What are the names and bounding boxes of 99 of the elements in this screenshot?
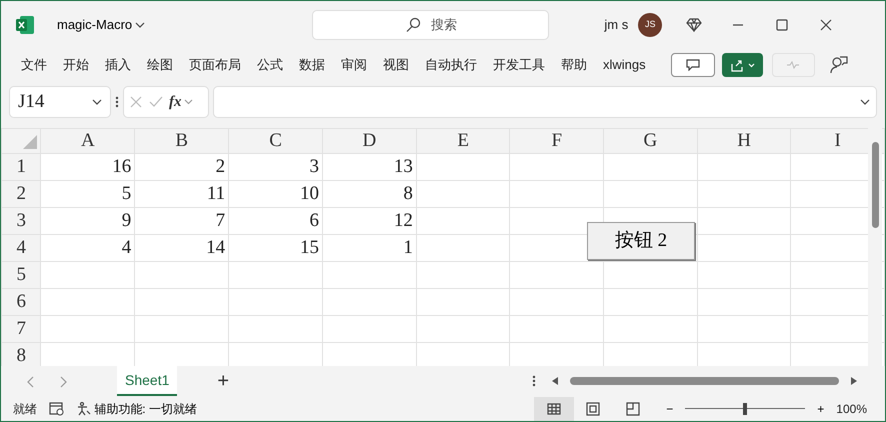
cell-value: 14 xyxy=(134,234,229,262)
cell-value: 4 xyxy=(40,234,135,262)
cell-value: 11 xyxy=(134,180,229,208)
person-icon xyxy=(830,56,848,74)
column-header[interactable]: C xyxy=(228,128,322,154)
title-dropdown[interactable]: magic-Macro xyxy=(57,14,146,34)
ribbon-tab[interactable]: 数据 xyxy=(291,51,333,79)
cell-value: 9 xyxy=(40,208,135,234)
caret-icon xyxy=(92,98,102,106)
cell-value: 8 xyxy=(322,180,416,208)
cell-value: 10 xyxy=(228,180,322,208)
zoom-out-button[interactable]: − xyxy=(666,400,674,418)
cell-value: 2 xyxy=(134,154,229,180)
chevron-right-icon xyxy=(59,376,67,388)
zoom-in-button[interactable]: + xyxy=(817,400,824,418)
page-icon xyxy=(586,402,600,416)
page-layout-button[interactable] xyxy=(586,400,600,418)
caret-icon xyxy=(860,98,870,106)
select-all-icon xyxy=(23,134,38,149)
scroll-thumb[interactable] xyxy=(872,142,879,228)
cell-value: 7 xyxy=(134,208,229,234)
column-header[interactable]: G xyxy=(604,128,698,154)
search-placeholder: 搜索 xyxy=(430,16,457,34)
scroll-right-icon xyxy=(851,377,857,385)
grid-icon xyxy=(547,403,562,416)
page-break-button[interactable] xyxy=(626,400,640,418)
ribbon-tab[interactable]: 页面布局 xyxy=(181,51,249,79)
row-header[interactable]: 3 xyxy=(2,208,41,234)
avatar[interactable]: JS xyxy=(638,12,662,36)
form-button[interactable]: 按钮 2 xyxy=(587,222,695,260)
column-header[interactable]: E xyxy=(416,128,510,154)
search-icon xyxy=(404,16,421,32)
status-text: 就绪 xyxy=(13,400,37,418)
column-header[interactable]: F xyxy=(510,128,604,154)
scroll-left-icon xyxy=(552,377,558,385)
ribbon-tab[interactable]: 开发工具 xyxy=(485,51,553,79)
close-icon xyxy=(820,18,832,30)
comment-icon xyxy=(686,59,700,71)
share-button[interactable] xyxy=(722,53,763,77)
cell-value: 12 xyxy=(322,208,416,234)
zoom-level[interactable]: 100% xyxy=(836,400,867,418)
sheet-tab[interactable]: Sheet1 xyxy=(117,366,178,396)
name-box[interactable]: J14 xyxy=(9,86,111,118)
search-field[interactable]: 搜索 xyxy=(312,10,550,40)
diamond-icon xyxy=(686,18,702,32)
ribbon-tab[interactable]: 文件 xyxy=(13,51,55,79)
ribbon-tab[interactable]: 绘图 xyxy=(139,51,181,79)
formula-input[interactable] xyxy=(213,86,877,118)
row-header[interactable]: 6 xyxy=(2,288,41,316)
row-header[interactable]: 4 xyxy=(2,234,41,262)
pulse-icon xyxy=(787,61,800,69)
maximize-icon xyxy=(776,18,788,30)
cell-value: 15 xyxy=(228,234,322,262)
column-header[interactable]: B xyxy=(134,128,229,154)
row-header[interactable]: 7 xyxy=(2,316,41,342)
accessibility-icon xyxy=(77,402,91,416)
user-name: jm s xyxy=(604,16,628,34)
cancel-icon xyxy=(130,96,142,108)
accessibility-button[interactable]: 辅助功能: 一切就绪 xyxy=(77,400,197,418)
more-icon xyxy=(532,375,536,387)
column-header[interactable]: H xyxy=(697,128,791,154)
ribbon-tab[interactable]: 自动执行 xyxy=(417,51,485,79)
slider-thumb[interactable] xyxy=(743,402,748,414)
scroll-thumb[interactable] xyxy=(570,377,839,385)
row-header[interactable]: 5 xyxy=(2,262,41,288)
ribbon-tab[interactable]: 插入 xyxy=(97,51,139,79)
cell-value: 1 xyxy=(322,234,416,262)
cell-reference: J14 xyxy=(18,90,44,114)
more-icon xyxy=(115,96,119,108)
horizontal-scrollbar[interactable] xyxy=(552,374,857,388)
row-header[interactable]: 8 xyxy=(2,342,41,366)
chevron-left-icon xyxy=(27,376,35,388)
ribbon-tab[interactable]: 帮助 xyxy=(553,51,595,79)
ribbon-tab[interactable]: 公式 xyxy=(249,51,291,79)
page-break-icon xyxy=(626,402,640,416)
ribbon-tab[interactable]: 视图 xyxy=(375,51,417,79)
share-icon xyxy=(730,58,744,72)
column-header[interactable]: D xyxy=(322,128,416,154)
caret-icon xyxy=(135,20,146,28)
cell-value: 16 xyxy=(40,154,135,180)
add-sheet-button[interactable]: + xyxy=(217,366,230,396)
cell-value: 5 xyxy=(40,180,135,208)
column-header[interactable]: A xyxy=(40,128,135,154)
ribbon-tab[interactable]: xlwings xyxy=(595,51,654,79)
cell-value: 3 xyxy=(228,154,322,180)
insert-function-button[interactable]: fx xyxy=(169,90,192,114)
enter-icon xyxy=(148,96,162,108)
excel-logo-icon xyxy=(16,16,34,34)
ribbon-tab[interactable]: 开始 xyxy=(55,51,97,79)
row-header[interactable]: 1 xyxy=(2,154,41,180)
macro-record-icon xyxy=(49,402,65,416)
caret-icon xyxy=(184,99,192,105)
cell-value: 13 xyxy=(322,154,416,180)
comment-button[interactable] xyxy=(670,53,715,77)
caret-icon xyxy=(748,62,755,68)
normal-view-button[interactable] xyxy=(534,396,574,420)
row-header[interactable]: 2 xyxy=(2,180,41,208)
ribbon-tab[interactable]: 审阅 xyxy=(333,51,375,79)
cell-value: 6 xyxy=(228,208,322,234)
